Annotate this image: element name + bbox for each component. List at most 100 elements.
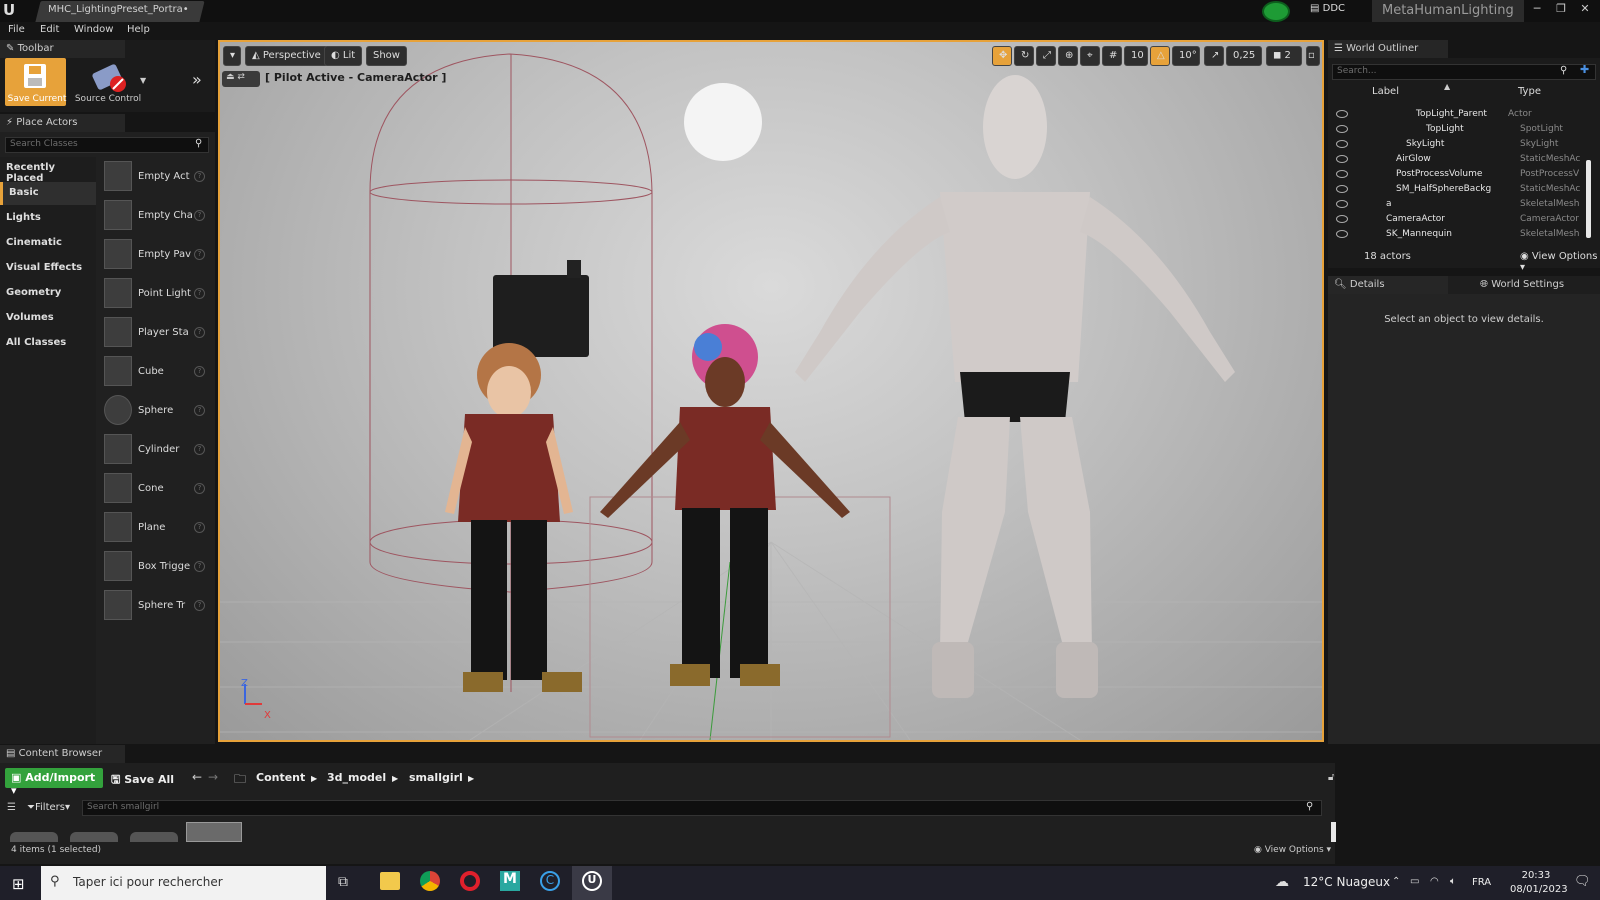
outliner-search-input[interactable]: Search...	[1332, 64, 1596, 80]
category-basic[interactable]: Basic	[0, 182, 96, 205]
column-type-header[interactable]: Type	[1518, 86, 1541, 97]
help-icon[interactable]: ?	[194, 405, 205, 416]
actor-item[interactable]: Empty Pav?	[100, 236, 210, 274]
visibility-eye-icon[interactable]	[1336, 170, 1348, 178]
help-icon[interactable]: ?	[194, 483, 205, 494]
wifi-icon[interactable]: ◠	[1430, 876, 1439, 887]
outliner-add-icon[interactable]: ✚	[1580, 63, 1589, 76]
metahuman-icon[interactable]: M	[500, 871, 520, 891]
asset-thumbnail[interactable]	[130, 832, 178, 842]
clock[interactable]: 20:33 08/01/2023	[1510, 869, 1568, 897]
help-icon[interactable]: ?	[194, 288, 205, 299]
toolbar-expand-icon[interactable]: »	[192, 70, 202, 89]
breadcrumb-separator-icon[interactable]: ▶	[468, 774, 474, 783]
restore-icon[interactable]: ❐	[1552, 2, 1570, 16]
content-scrollbar[interactable]	[1331, 822, 1336, 842]
world-settings-tab[interactable]: 🌐︎ World Settings	[1474, 276, 1594, 294]
filters-button[interactable]: ⏷Filters▾	[27, 802, 70, 813]
scale-snap-value[interactable]: 0,25	[1226, 46, 1262, 66]
outliner-scrollbar[interactable]	[1586, 160, 1591, 238]
source-control-status-icon[interactable]	[1262, 1, 1290, 22]
chrome-icon[interactable]	[420, 871, 440, 891]
breadcrumb-separator-icon[interactable]: ▶	[392, 774, 398, 783]
help-icon[interactable]: ?	[194, 444, 205, 455]
weather-text[interactable]: 12°C Nuageux	[1303, 875, 1390, 889]
windows-start-icon[interactable]: ⊞	[12, 875, 25, 893]
outliner-row[interactable]: a SkeletalMesh	[1330, 198, 1592, 213]
help-icon[interactable]: ?	[194, 600, 205, 611]
level-viewport[interactable]	[218, 40, 1324, 742]
actor-item[interactable]: Box Trigge?	[100, 548, 210, 586]
content-browser-tab[interactable]: ▤ Content Browser	[0, 745, 125, 763]
scale-snap-icon[interactable]: ↗	[1204, 46, 1224, 66]
maximize-viewport-icon[interactable]: ▫	[1306, 46, 1320, 66]
app-c-icon[interactable]: C	[540, 871, 560, 891]
volume-icon[interactable]: 🔈︎	[1450, 876, 1456, 887]
visibility-eye-icon[interactable]	[1336, 140, 1348, 148]
minimize-icon[interactable]: ─	[1528, 2, 1546, 16]
help-icon[interactable]: ?	[194, 561, 205, 572]
content-search-input[interactable]: Search smallgirl	[82, 800, 1322, 816]
notification-icon[interactable]: 🗨︎	[1574, 874, 1591, 889]
visibility-eye-icon[interactable]	[1336, 215, 1348, 223]
help-icon[interactable]: ?	[194, 171, 205, 182]
actor-item[interactable]: Player Sta?	[100, 314, 210, 352]
grid-snap-value[interactable]: 10	[1124, 46, 1148, 66]
actor-item[interactable]: Cone?	[100, 470, 210, 508]
breadcrumb-content[interactable]: Content	[256, 771, 305, 784]
opera-icon[interactable]	[460, 871, 480, 891]
world-outliner-tab[interactable]: ☰ World Outliner	[1328, 40, 1448, 58]
search-icon[interactable]: ⚲	[1560, 65, 1567, 76]
column-label-header[interactable]: Label	[1372, 86, 1399, 97]
file-explorer-icon[interactable]	[380, 872, 400, 890]
close-icon[interactable]: ✕	[1576, 2, 1594, 16]
search-classes-input[interactable]: Search Classes	[5, 137, 209, 153]
rotate-tool-icon[interactable]: ↻	[1014, 46, 1034, 66]
category-lights[interactable]: Lights	[0, 207, 96, 230]
menu-file[interactable]: File	[8, 24, 25, 35]
menu-window[interactable]: Window	[74, 24, 113, 35]
help-icon[interactable]: ?	[194, 327, 205, 338]
outliner-row[interactable]: AirGlow StaticMeshAc	[1330, 153, 1592, 168]
battery-icon[interactable]: ▭	[1410, 876, 1419, 887]
actor-item[interactable]: Sphere Tr?	[100, 587, 210, 625]
menu-edit[interactable]: Edit	[40, 24, 59, 35]
rotation-snap-value[interactable]: 10°	[1172, 46, 1200, 66]
breadcrumb-3d-model[interactable]: 3d_model	[327, 771, 386, 784]
viewport-options-button[interactable]: ▾	[223, 46, 241, 66]
actor-item[interactable]: Sphere?	[100, 392, 210, 430]
camera-speed-button[interactable]: ◼ 2	[1266, 46, 1302, 66]
actor-item[interactable]: Empty Act?	[100, 158, 210, 196]
save-all-button[interactable]: 🖫︎ Save All	[111, 771, 174, 790]
scale-tool-icon[interactable]: ⤢	[1036, 46, 1056, 66]
visibility-eye-icon[interactable]	[1336, 200, 1348, 208]
search-icon[interactable]: ⚲	[195, 138, 202, 149]
menu-help[interactable]: Help	[127, 24, 150, 35]
visibility-eye-icon[interactable]	[1336, 230, 1348, 238]
translate-tool-icon[interactable]: ✥	[992, 46, 1012, 66]
outliner-row[interactable]: SkyLight SkyLight	[1330, 138, 1592, 153]
category-volumes[interactable]: Volumes	[0, 307, 96, 330]
lit-button[interactable]: ◐ Lit	[324, 46, 363, 66]
outliner-row[interactable]: SM_HalfSphereBackg StaticMeshAc	[1330, 183, 1592, 198]
details-tab[interactable]: 🔍︎ Details	[1328, 276, 1448, 294]
sources-toggle-icon[interactable]: ☰	[7, 802, 16, 813]
source-control-dropdown-icon[interactable]: ▼	[140, 76, 146, 85]
category-recently-placed[interactable]: Recently Placed	[0, 157, 96, 184]
add-import-button[interactable]: ▣ Add/Import ▾	[5, 768, 103, 797]
visibility-eye-icon[interactable]	[1336, 185, 1348, 193]
category-all-classes[interactable]: All Classes	[0, 332, 96, 355]
category-geometry[interactable]: Geometry	[0, 282, 96, 305]
back-arrow-icon[interactable]: ←	[192, 770, 202, 784]
asset-thumbnail-selected[interactable]	[186, 822, 242, 842]
outliner-row[interactable]: CameraActor CameraActor	[1330, 213, 1592, 228]
language-indicator[interactable]: FRA	[1472, 877, 1491, 888]
help-icon[interactable]: ?	[194, 366, 205, 377]
task-view-icon[interactable]: ⧉	[338, 874, 348, 890]
source-control-button[interactable]	[88, 60, 132, 98]
outliner-row[interactable]: SK_Mannequin SkeletalMesh	[1330, 228, 1592, 243]
actor-item[interactable]: Empty Cha?	[100, 197, 210, 235]
actor-item[interactable]: Plane?	[100, 509, 210, 547]
visibility-eye-icon[interactable]	[1336, 110, 1348, 118]
breadcrumb-smallgirl[interactable]: smallgirl	[409, 771, 463, 784]
